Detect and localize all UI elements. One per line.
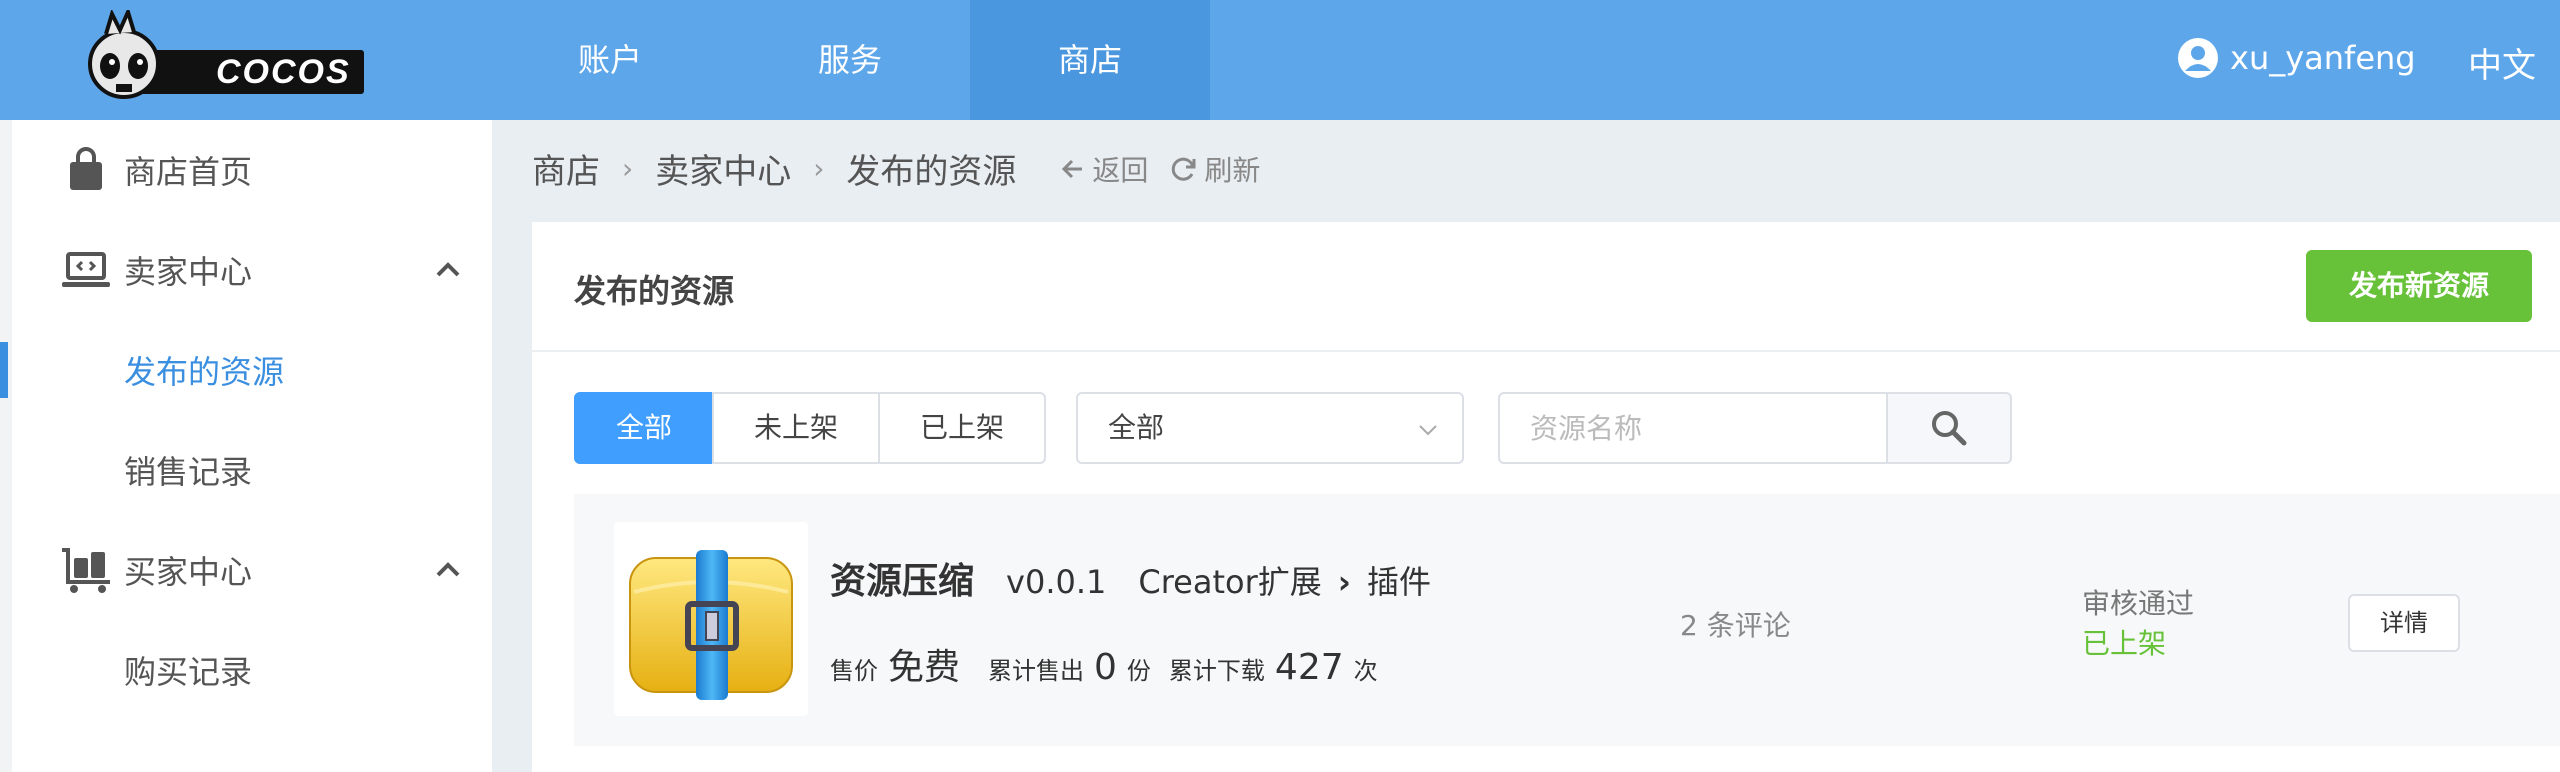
resource-title-row: 资源压缩 v0.0.1 Creator扩展 › 插件 bbox=[830, 552, 1431, 604]
resource-list-item: 资源压缩 v0.0.1 Creator扩展 › 插件 售价 免费 累计售出 0 … bbox=[574, 494, 2560, 746]
listing-status: 已上架 bbox=[2082, 627, 2167, 660]
luggage-cart-icon bbox=[62, 548, 110, 593]
resource-name[interactable]: 资源压缩 bbox=[830, 552, 974, 604]
resource-category: Creator扩展 bbox=[1138, 563, 1322, 601]
breadcrumb-store[interactable]: 商店 bbox=[532, 144, 600, 193]
chevron-right-icon: › bbox=[1337, 563, 1351, 601]
main-nav: 账户 服务 商店 bbox=[490, 0, 1210, 120]
sidebar-label: 买家中心 bbox=[124, 553, 253, 591]
user-menu[interactable]: xu_yanfeng bbox=[2176, 36, 2416, 80]
sidebar-item-sales-records[interactable]: 销售记录 bbox=[12, 420, 492, 520]
publish-new-resource-button[interactable]: 发布新资源 bbox=[2306, 250, 2532, 322]
review-status: 审核通过 bbox=[2082, 587, 2195, 620]
sold-unit: 份 bbox=[1126, 657, 1151, 685]
top-header: COCOS 账户 服务 商店 xu_yanfeng 中文 bbox=[0, 0, 2560, 120]
downloads-unit: 次 bbox=[1353, 657, 1378, 685]
archive-box-icon bbox=[629, 550, 793, 700]
sidebar: 商店首页 卖家中心 发布的资源 销售记录 买家中心 购买记录 bbox=[0, 120, 492, 772]
breadcrumb: 商店 › 卖家中心 › 发布的资源 返回 刷新 bbox=[532, 144, 1260, 193]
sold-label: 累计售出 bbox=[988, 657, 1085, 685]
breadcrumb-current: 发布的资源 bbox=[846, 152, 1017, 192]
category-select[interactable]: 全部 bbox=[1076, 392, 1464, 464]
chevron-right-icon: › bbox=[813, 152, 825, 185]
downloads-label: 累计下载 bbox=[1168, 657, 1265, 685]
panel-header: 发布的资源 发布新资源 bbox=[532, 222, 2560, 352]
chevron-down-icon bbox=[1419, 425, 1437, 436]
reviews-count[interactable]: 2 条评论 bbox=[1680, 604, 1791, 644]
nav-services[interactable]: 服务 bbox=[730, 0, 970, 120]
downloads-value: 427 bbox=[1274, 647, 1344, 688]
sidebar-label: 发布的资源 bbox=[124, 353, 285, 391]
back-label: 返回 bbox=[1092, 153, 1149, 187]
chevron-up-icon[interactable] bbox=[432, 554, 464, 586]
shopping-bag-icon bbox=[70, 147, 102, 190]
refresh-label: 刷新 bbox=[1204, 153, 1261, 187]
resource-version: v0.0.1 bbox=[1006, 563, 1107, 601]
panel-title: 发布的资源 bbox=[574, 272, 735, 310]
resource-status: 审核通过 已上架 bbox=[2082, 584, 2194, 664]
chevron-right-icon: › bbox=[622, 152, 634, 185]
search-input[interactable] bbox=[1498, 392, 1888, 464]
sidebar-item-purchase-records[interactable]: 购买记录 bbox=[12, 620, 492, 720]
sidebar-label: 卖家中心 bbox=[124, 253, 253, 291]
language-switch[interactable]: 中文 bbox=[2468, 38, 2536, 87]
user-avatar-icon bbox=[2178, 38, 2218, 78]
filter-listed[interactable]: 已上架 bbox=[878, 392, 1046, 464]
nav-store[interactable]: 商店 bbox=[970, 0, 1210, 120]
nav-account[interactable]: 账户 bbox=[490, 0, 730, 120]
arrow-left-icon bbox=[1062, 159, 1083, 178]
sidebar-label: 商店首页 bbox=[124, 153, 253, 191]
price-value: 免费 bbox=[888, 647, 961, 688]
filter-unlisted[interactable]: 未上架 bbox=[712, 392, 880, 464]
sidebar-item-published-resources[interactable]: 发布的资源 bbox=[0, 320, 492, 420]
cocos-logo[interactable]: COCOS bbox=[76, 10, 364, 99]
resource-subcategory: 插件 bbox=[1366, 563, 1431, 601]
filter-all[interactable]: 全部 bbox=[574, 392, 714, 464]
resource-thumbnail[interactable] bbox=[614, 522, 808, 716]
mascot-icon bbox=[88, 10, 160, 99]
select-value: 全部 bbox=[1108, 411, 1165, 444]
sidebar-item-buyer-center[interactable]: 买家中心 bbox=[12, 520, 492, 620]
sold-value: 0 bbox=[1094, 647, 1117, 688]
chevron-up-icon[interactable] bbox=[432, 254, 464, 286]
resource-stats: 售价 免费 累计售出 0 份 累计下载 427 次 bbox=[830, 638, 1378, 690]
sidebar-item-store-home[interactable]: 商店首页 bbox=[12, 120, 492, 220]
search-button[interactable] bbox=[1888, 392, 2012, 464]
laptop-code-icon bbox=[62, 252, 110, 287]
price-label: 售价 bbox=[830, 657, 878, 685]
sidebar-item-seller-center[interactable]: 卖家中心 bbox=[12, 220, 492, 320]
search-icon bbox=[1932, 411, 1967, 446]
status-filter-group: 全部 未上架 已上架 bbox=[574, 392, 1046, 464]
username: xu_yanfeng bbox=[2230, 39, 2416, 77]
resources-panel: 发布的资源 发布新资源 全部 未上架 已上架 全部 资源名称 资源压缩 v0.0… bbox=[532, 222, 2560, 772]
sidebar-label: 购买记录 bbox=[124, 653, 253, 691]
search-group bbox=[1498, 392, 2012, 464]
refresh-icon bbox=[1172, 157, 1196, 181]
sidebar-label: 销售记录 bbox=[124, 453, 253, 491]
refresh-link[interactable]: 刷新 bbox=[1170, 149, 1260, 189]
breadcrumb-seller-center[interactable]: 卖家中心 bbox=[655, 144, 791, 193]
back-link[interactable]: 返回 bbox=[1060, 149, 1148, 189]
detail-button[interactable]: 详情 bbox=[2348, 594, 2460, 652]
